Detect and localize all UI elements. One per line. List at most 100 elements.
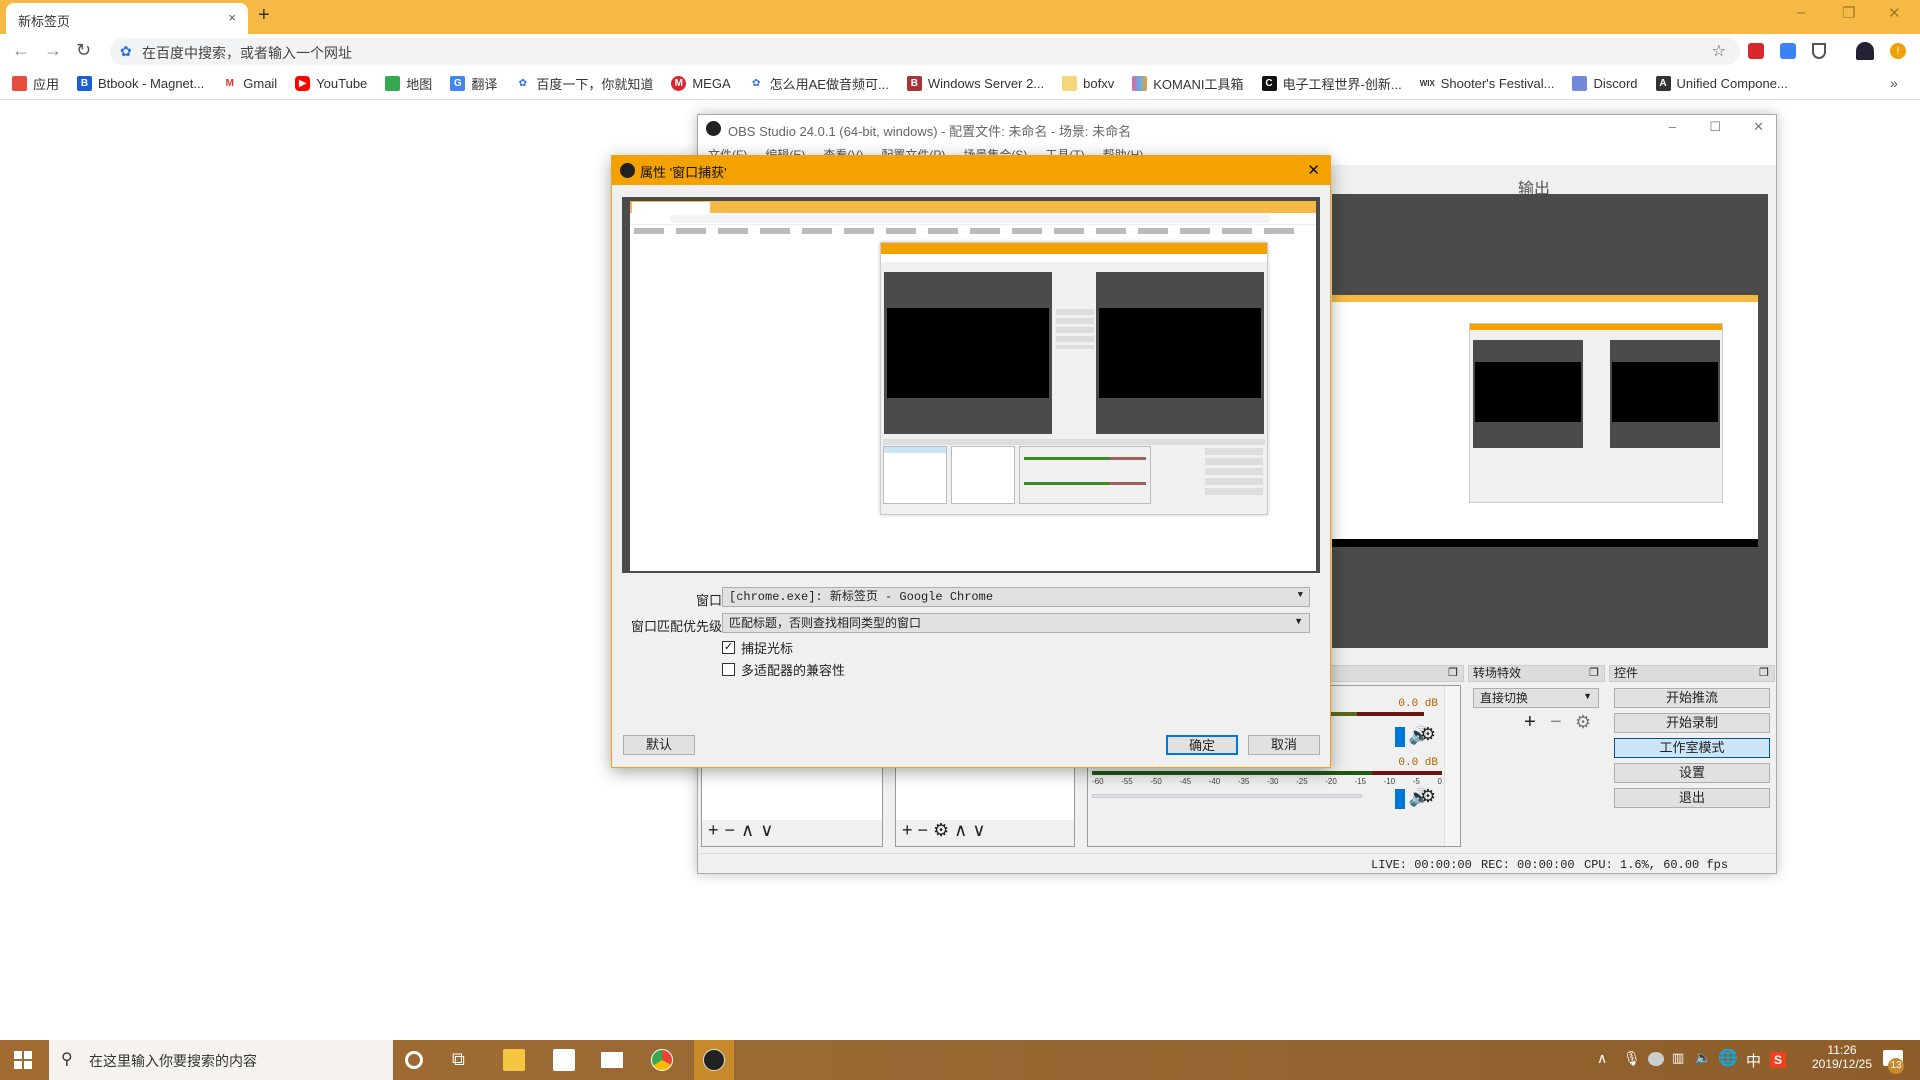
remove-scene-icon[interactable]: − [725,820,742,840]
chevron-down-icon: ▼ [1294,616,1303,626]
add-transition-icon[interactable]: + [1524,711,1536,734]
omnibox[interactable]: ✿ 在百度中搜索，或者输入一个网址 ☆ [110,38,1740,65]
bookmark-baidu[interactable]: ✿ 百度一下，你就知道 [515,74,653,93]
volume-track-2[interactable] [1092,794,1362,798]
bookmark-komani[interactable]: KOMANI工具箱 [1132,74,1244,93]
forward-icon[interactable]: → [44,40,62,61]
sogou-ime-icon[interactable]: S [1770,1052,1786,1068]
thumb-obs-menu [881,254,1267,262]
start-streaming-button[interactable]: 开始推流 [1614,688,1770,708]
translate-extension-icon[interactable] [1780,43,1796,59]
move-down-icon[interactable]: ∨ [972,820,990,840]
start-recording-button[interactable]: 开始录制 [1614,713,1770,733]
youtube-icon: ▶ [295,76,311,91]
file-explorer-icon[interactable] [503,1049,525,1071]
star-icon[interactable]: ☆ [1712,41,1726,61]
task-view-icon[interactable]: ⧉ [452,1049,474,1071]
volume-slider-1[interactable] [1395,727,1405,747]
multi-adapter-checkbox[interactable]: 多适配器的兼容性 [722,660,845,679]
bookmark-translate[interactable]: G 翻译 [450,74,497,93]
bookmark-bofxv[interactable]: bofxv [1062,76,1114,91]
volume-slider-2[interactable] [1395,789,1405,809]
controls-dock-header: 控件 ❐ [1609,665,1775,682]
close-window-button[interactable]: ✕ [1888,4,1901,22]
minimize-button[interactable]: – [1797,4,1805,21]
move-up-icon[interactable]: ∧ [741,820,760,840]
windows-start-icon[interactable] [14,1051,32,1069]
extension-icon[interactable] [1748,43,1764,59]
bookmark-eeworld[interactable]: C 电子工程世界-创新... [1261,74,1402,93]
settings-button[interactable]: 设置 [1614,763,1770,783]
chrome-icon[interactable] [651,1049,673,1071]
window-match-priority-select[interactable]: 匹配标题，否则查找相同类型的窗口 ▼ [722,613,1310,633]
taskbar-search-box[interactable]: ⚲ 在这里输入你要搜索的内容 [49,1040,393,1080]
more-bookmarks-button[interactable]: » [1890,75,1898,91]
defaults-button[interactable]: 默认 [623,735,695,755]
remove-source-icon[interactable]: − [918,820,934,840]
globe-icon[interactable]: 🌐 [1718,1048,1738,1068]
bookmark-shooters-festival[interactable]: WIX Shooter's Festival... [1419,76,1554,91]
cortana-icon[interactable] [405,1051,423,1069]
bookmark-ae-audio[interactable]: ✿ 怎么用AE做音频可... [748,74,889,93]
move-down-icon[interactable]: ∨ [760,820,779,840]
remove-transition-icon[interactable]: − [1550,711,1562,734]
bookmark-discord[interactable]: Discord [1572,76,1638,91]
microphone-icon[interactable]: 🎙 [1623,1050,1641,1067]
thumb-preview-black [1475,362,1581,422]
close-tab-icon[interactable]: × [228,10,236,25]
obs-title: OBS Studio 24.0.1 (64-bit, windows) - 配置… [728,124,1132,139]
bookmark-maps[interactable]: 地图 [385,74,432,93]
studio-mode-button[interactable]: 工作室模式 [1614,738,1770,758]
live-status: LIVE: 00:00:00 [1371,858,1472,872]
add-source-icon[interactable]: + [902,820,918,840]
shield-extension-icon[interactable] [1812,43,1826,59]
bookmark-btbook[interactable]: B Btbook - Magnet... [77,76,204,91]
onedrive-sync-icon[interactable] [1648,1052,1664,1066]
transition-select[interactable]: 直接切换 ▼ [1473,688,1599,708]
thumb-program [1610,340,1720,448]
bookmark-mega[interactable]: M MEGA [671,76,731,91]
update-alert-icon[interactable]: ! [1890,43,1906,59]
float-icon[interactable]: ❐ [1759,666,1769,681]
dialog-titlebar: 属性 '窗口捕获' ✕ [612,156,1330,185]
move-up-icon[interactable]: ∧ [954,820,972,840]
clock[interactable]: 11:26 2019/12/25 [1804,1043,1880,1071]
reload-icon[interactable]: ↻ [76,40,91,61]
window-select[interactable]: [chrome.exe]: 新标签页 - Google Chrome ▼ [722,587,1310,607]
dialog-close-button[interactable]: ✕ [1307,161,1320,179]
bookmark-gmail[interactable]: M Gmail [222,76,277,91]
obs-minimize-button[interactable]: – [1669,119,1676,134]
bookmark-youtube[interactable]: ▶ YouTube [295,76,367,91]
obs-maximize-button[interactable]: ☐ [1709,119,1721,135]
add-scene-icon[interactable]: + [708,820,725,840]
bookmark-apps[interactable]: 应用 [12,74,59,93]
source-settings-icon[interactable]: ⚙ [933,820,954,840]
exit-button[interactable]: 退出 [1614,788,1770,808]
back-icon[interactable]: ← [12,40,30,61]
volume-icon[interactable]: 🔈 [1695,1050,1711,1066]
transition-settings-icon[interactable]: ⚙ [1575,712,1591,733]
mail-icon[interactable] [601,1052,623,1068]
microsoft-store-icon[interactable] [553,1049,575,1071]
capture-cursor-checkbox[interactable]: ✓ 捕捉光标 [722,638,793,657]
ime-indicator[interactable]: 中 [1746,1050,1761,1071]
obs-close-button[interactable]: ✕ [1753,119,1764,135]
float-icon[interactable]: ❐ [1448,666,1458,681]
new-tab-button[interactable]: + [258,4,270,27]
tab-new-tab[interactable]: 新标签页 × [6,3,248,34]
cancel-button[interactable]: 取消 [1248,735,1320,755]
profile-avatar[interactable] [1856,42,1874,60]
bookmark-unity[interactable]: A Unified Compone... [1655,76,1788,91]
obs-taskbar-button[interactable] [694,1040,734,1080]
sources-toolbar: +−⚙∧∨ [896,820,1074,846]
audio-settings-icon[interactable]: ⚙ [1420,786,1436,807]
mixer-db-1: 0.0 dB [1398,698,1438,710]
bookmark-windows-server[interactable]: B Windows Server 2... [906,76,1044,91]
network-icon[interactable]: ▥ [1672,1050,1684,1066]
restore-button[interactable]: ❐ [1842,4,1855,22]
show-hidden-icons-button[interactable]: ∧ [1597,1050,1607,1067]
mixer-scrollbar[interactable] [1444,686,1460,846]
float-icon[interactable]: ❐ [1589,666,1599,681]
thumb-studio-controls [1056,309,1094,349]
ok-button[interactable]: 确定 [1166,735,1238,755]
